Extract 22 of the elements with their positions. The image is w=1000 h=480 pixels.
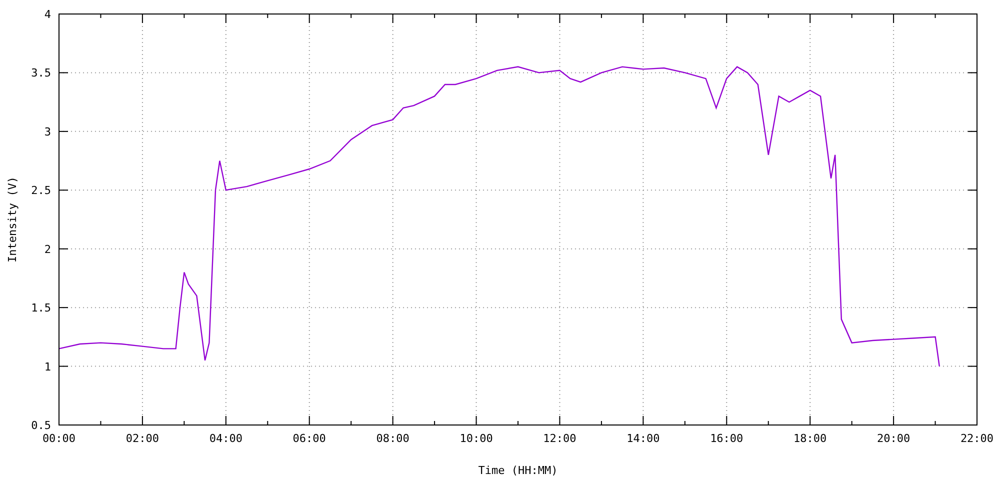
tick-label: 1 bbox=[44, 360, 51, 374]
tick-label: 00:00 bbox=[42, 432, 76, 445]
tick-label: 02:00 bbox=[126, 432, 160, 445]
tick-label: 12:00 bbox=[543, 432, 576, 445]
tick-label: 3 bbox=[44, 125, 51, 138]
tick-label: 22:00 bbox=[960, 432, 994, 445]
tick-label: 16:00 bbox=[710, 432, 744, 445]
tick-label: 04:00 bbox=[209, 432, 242, 445]
tick-label: 2.5 bbox=[31, 184, 51, 198]
tick-label: 20:00 bbox=[876, 432, 910, 445]
axis-title: Time (HH:MM) bbox=[478, 464, 558, 477]
tick-label: 14:00 bbox=[626, 432, 660, 445]
axis-title: Intensity (V) bbox=[6, 176, 19, 263]
tick-label: 06:00 bbox=[292, 432, 326, 445]
tick-label: 18:00 bbox=[794, 432, 827, 445]
tick-label: 08:00 bbox=[376, 432, 410, 445]
tick-label: 1.5 bbox=[31, 302, 51, 315]
tick-label: 0.5 bbox=[31, 419, 51, 432]
tick-label: 4 bbox=[44, 8, 51, 21]
tick-label: 2 bbox=[44, 242, 51, 256]
tick-label: 10:00 bbox=[460, 432, 493, 445]
tick-label: 3.5 bbox=[31, 66, 51, 80]
